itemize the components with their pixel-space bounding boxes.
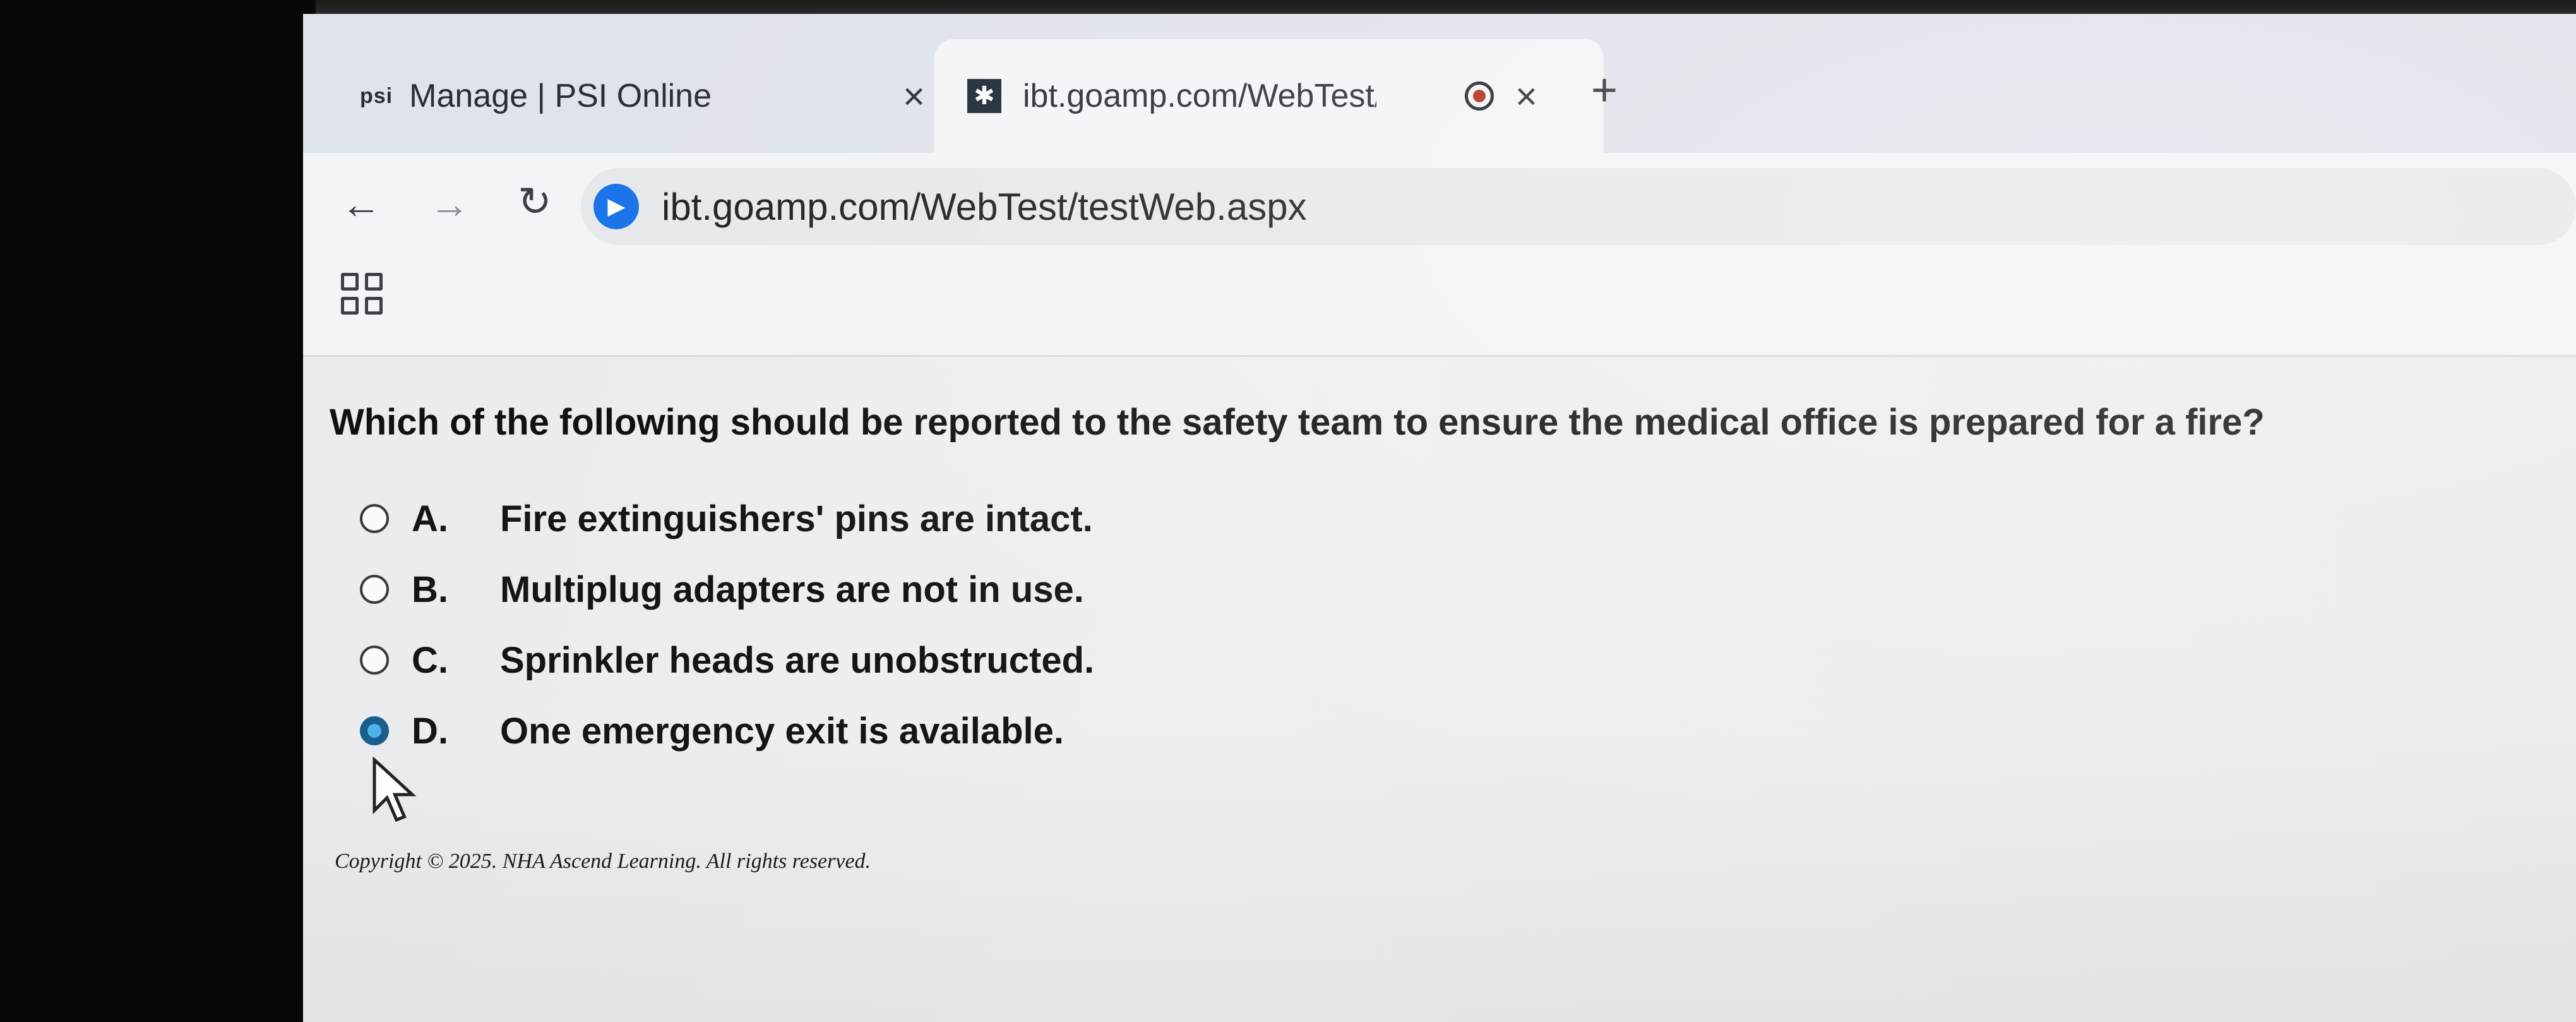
option-letter: A. (412, 498, 448, 539)
bookmarks-bar (303, 260, 2576, 357)
radio-button-selected[interactable] (360, 716, 389, 745)
option-text: Fire extinguishers' pins are intact. (500, 498, 1093, 539)
test-page: Which of the following should be reporte… (303, 357, 2576, 1022)
forward-arrow-icon[interactable]: → (429, 181, 470, 227)
radio-button[interactable] (360, 646, 389, 675)
mouse-pointer-icon (373, 757, 417, 822)
tab-ibt-webtest[interactable]: ✱ ibt.goamp.com/WebTest/te × (934, 39, 1604, 153)
browser-toolbar: ← → ↻ ▶ ibt.goamp.com/WebTest/testWeb.as… (303, 153, 2576, 260)
reload-icon[interactable]: ↻ (518, 178, 552, 225)
answer-option-b[interactable]: B. Multiplug adapters are not in use. (360, 554, 1094, 625)
option-letter: D. (412, 710, 448, 752)
answer-option-d[interactable]: D. One emergency exit is available. (360, 695, 1094, 766)
monitor-bezel-top (0, 0, 2576, 14)
answer-option-c[interactable]: C. Sprinkler heads are unobstructed. (360, 625, 1094, 695)
back-arrow-icon[interactable]: ← (341, 181, 381, 227)
question-text: Which of the following should be reporte… (330, 402, 2265, 443)
tab-title: ibt.goamp.com/WebTest/te (1023, 78, 1376, 114)
radio-button[interactable] (360, 504, 389, 533)
address-bar[interactable]: ▶ ibt.goamp.com/WebTest/testWeb.aspx (581, 168, 2576, 245)
answer-option-a[interactable]: A. Fire extinguishers' pins are intact. (360, 483, 1094, 554)
answer-options: A. Fire extinguishers' pins are intact. … (360, 483, 1094, 766)
browser-window: psi Manage | PSI Online × ✱ ibt.goamp.co… (303, 14, 2576, 1022)
apps-grid-icon[interactable] (341, 273, 383, 315)
recording-indicator-icon (1465, 81, 1494, 111)
url-text[interactable]: ibt.goamp.com/WebTest/testWeb.aspx (662, 185, 1307, 229)
close-icon[interactable]: × (1515, 75, 1537, 118)
radio-button[interactable] (360, 575, 389, 604)
close-icon[interactable]: × (903, 75, 925, 118)
tab-title: Manage | PSI Online (409, 78, 712, 114)
psi-favicon-icon: psi (360, 83, 393, 108)
option-text: Multiplug adapters are not in use. (500, 568, 1084, 610)
new-tab-button[interactable]: + (1591, 64, 1618, 116)
option-text: One emergency exit is available. (500, 710, 1064, 752)
monitor-bezel-left (0, 0, 316, 1022)
ibt-logo-icon: ✱ (967, 79, 1001, 113)
tab-strip: psi Manage | PSI Online × ✱ ibt.goamp.co… (303, 14, 2576, 153)
tab-psi-manage[interactable]: psi Manage | PSI Online × (341, 39, 953, 153)
copyright-notice: Copyright © 2025. NHA Ascend Learning. A… (335, 850, 871, 873)
site-info-icon[interactable]: ▶ (593, 184, 639, 229)
option-letter: B. (412, 568, 448, 610)
option-letter: C. (412, 639, 448, 681)
option-text: Sprinkler heads are unobstructed. (500, 639, 1095, 681)
